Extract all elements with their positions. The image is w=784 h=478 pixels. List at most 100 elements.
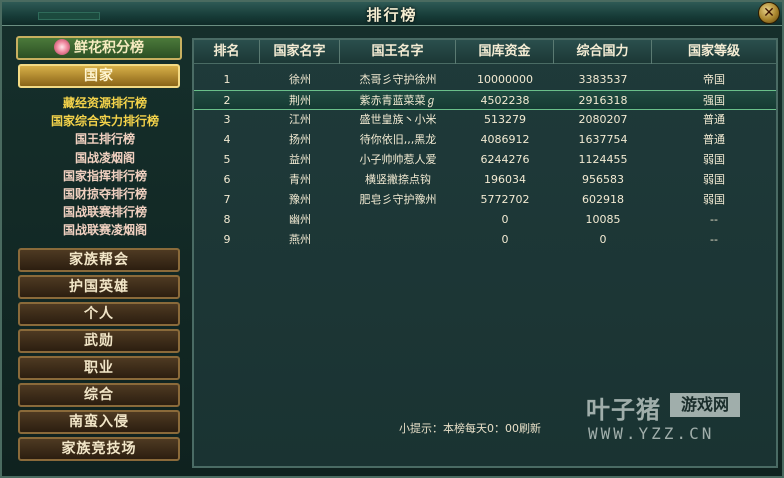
category-personal[interactable]: 个人 (18, 302, 180, 326)
cell-level: -- (710, 233, 718, 246)
cell-power: 1124455 (578, 153, 628, 166)
cell-power: 3383537 (578, 73, 628, 86)
cell-rank: 4 (223, 133, 231, 146)
cell-rank: 5 (223, 153, 231, 166)
table-row[interactable]: 3 江州 盛世皇族丶小米 513279 2080207 普通 (194, 110, 776, 130)
sub-item-league-rank[interactable]: 国战联赛排行榜 (30, 203, 180, 221)
category-country[interactable]: 国家 (18, 64, 180, 88)
sub-item-king-rank[interactable]: 国王排行榜 (30, 130, 180, 148)
cell-power: 2080207 (578, 113, 628, 126)
sub-item-war-hall[interactable]: 国战凌烟阁 (30, 149, 180, 167)
cell-treasury: 513279 (484, 113, 526, 126)
table-row[interactable]: 4 扬州 待你依旧,,,黑龙 4086912 1637754 普通 (194, 130, 776, 150)
cell-country: 青州 (289, 173, 311, 186)
sub-item-plunder-rank[interactable]: 国财掠夺排行榜 (30, 185, 180, 203)
category-family-arena[interactable]: 家族竞技场 (18, 437, 180, 461)
watermark-logo: 叶子猪 游戏网 WWW.YZZ.CN (586, 390, 746, 446)
cell-level: 帝国 (703, 73, 725, 86)
sub-item-resource-rank[interactable]: 藏经资源排行榜 (30, 94, 180, 112)
cell-king: 盛世皇族丶小米 (359, 113, 437, 126)
cell-rank: 2 (223, 94, 231, 107)
category-profession[interactable]: 职业 (18, 356, 180, 380)
sub-item-overall-power-rank[interactable]: 国家综合实力排行榜 (30, 112, 180, 130)
cell-power: 602918 (582, 193, 624, 206)
cell-king (340, 210, 456, 230)
sub-item-command-rank[interactable]: 国家指挥排行榜 (30, 167, 180, 185)
header-king: 国王名字 (340, 40, 456, 64)
header-rank: 排名 (194, 40, 260, 64)
category-family-guild[interactable]: 家族帮会 (18, 248, 180, 272)
category-heroes[interactable]: 护国英雄 (18, 275, 180, 299)
cell-rank: 7 (223, 193, 231, 206)
cell-rank: 3 (223, 113, 231, 126)
cell-treasury: 10000000 (477, 73, 533, 86)
cell-country: 幽州 (289, 213, 311, 226)
close-button[interactable]: ✕ (758, 2, 780, 24)
table-row[interactable]: 1 徐州 杰哥彡守护徐州 10000000 3383537 帝国 (194, 70, 776, 90)
table-header: 排名 国家名字 国王名字 国库资金 综合国力 国家等级 (194, 40, 776, 64)
cell-treasury: 4086912 (480, 133, 530, 146)
cell-level: 强国 (703, 94, 725, 107)
cell-level: -- (710, 213, 718, 226)
table-row[interactable]: 6 青州 横竖撇捺点钩 196034 956583 弱国 (194, 170, 776, 190)
title-bar: 排行榜 ✕ (2, 2, 782, 26)
cell-king: 杰哥彡守护徐州 (359, 73, 437, 86)
cell-rank: 1 (223, 73, 231, 86)
cell-king: 小子帅帅惹人爱 (359, 153, 437, 166)
cell-king: 待你依旧,,,黑龙 (359, 133, 437, 146)
cell-power: 1637754 (578, 133, 628, 146)
cell-treasury: 0 (501, 213, 509, 226)
cell-rank: 8 (223, 213, 231, 226)
cell-power: 956583 (582, 173, 624, 186)
cell-rank: 9 (223, 233, 231, 246)
sub-item-league-hall[interactable]: 国战联赛凌烟阁 (30, 221, 180, 239)
cell-country: 燕州 (289, 233, 311, 246)
refresh-tip: 小提示：本榜每天0：00刷新 (399, 422, 541, 435)
cell-country: 扬州 (289, 133, 311, 146)
cell-king: 肥皂彡守护豫州 (359, 193, 437, 206)
category-invasion[interactable]: 南蛮入侵 (18, 410, 180, 434)
country-sub-list: 藏经资源排行榜 国家综合实力排行榜 国王排行榜 国战凌烟阁 国家指挥排行榜 国财… (30, 94, 180, 240)
category-sidebar: 鲜花积分榜 国家 藏经资源排行榜 国家综合实力排行榜 国王排行榜 国战凌烟阁 国… (16, 36, 182, 468)
cell-country: 豫州 (289, 193, 311, 206)
cell-level: 弱国 (703, 173, 725, 186)
cell-king: 紫赤青蓝菜菜ℊ (359, 94, 437, 107)
cell-country: 徐州 (289, 73, 311, 86)
header-country: 国家名字 (260, 40, 340, 64)
flower-icon (54, 39, 70, 55)
cell-country: 益州 (289, 153, 311, 166)
header-level: 国家等级 (687, 44, 740, 59)
cell-power: 0 (599, 233, 607, 246)
cell-treasury: 4502238 (480, 94, 530, 107)
cell-king: 横竖撇捺点钩 (365, 173, 431, 186)
cell-treasury: 0 (501, 233, 509, 246)
cell-power: 10085 (585, 213, 621, 226)
cell-country: 江州 (289, 113, 311, 126)
flower-rank-button[interactable]: 鲜花积分榜 (16, 36, 182, 60)
cell-country: 荆州 (289, 94, 311, 107)
cell-treasury: 6244276 (480, 153, 530, 166)
header-treasury: 国库资金 (456, 40, 554, 64)
cell-level: 弱国 (703, 153, 725, 166)
cell-level: 普通 (703, 133, 725, 146)
table-row[interactable]: 5 益州 小子帅帅惹人爱 6244276 1124455 弱国 (194, 150, 776, 170)
table-row[interactable]: 8 幽州 0 10085 -- (194, 210, 776, 230)
watermark-box: 游戏网 (670, 393, 740, 417)
table-row[interactable]: 2 荆州 紫赤青蓝菜菜ℊ 4502238 2916318 强国 (194, 90, 776, 110)
cell-treasury: 5772702 (480, 193, 530, 206)
header-power: 综合国力 (554, 40, 652, 64)
cell-power: 2916318 (578, 94, 628, 107)
ranking-window: 排行榜 ✕ 鲜花积分榜 国家 藏经资源排行榜 国家综合实力排行榜 国王排行榜 国… (0, 0, 784, 478)
watermark-url: WWW.YZZ.CN (588, 424, 715, 443)
category-overall[interactable]: 综合 (18, 383, 180, 407)
cell-rank: 6 (223, 173, 231, 186)
category-merit[interactable]: 武勋 (18, 329, 180, 353)
cell-level: 弱国 (703, 193, 725, 206)
flower-rank-label: 鲜花积分榜 (74, 40, 144, 56)
table-row[interactable]: 7 豫州 肥皂彡守护豫州 5772702 602918 弱国 (194, 190, 776, 210)
table-row[interactable]: 9 燕州 0 0 -- (194, 230, 776, 250)
window-title: 排行榜 (366, 6, 418, 24)
cell-king (340, 230, 456, 250)
cell-treasury: 196034 (484, 173, 526, 186)
cell-level: 普通 (703, 113, 725, 126)
